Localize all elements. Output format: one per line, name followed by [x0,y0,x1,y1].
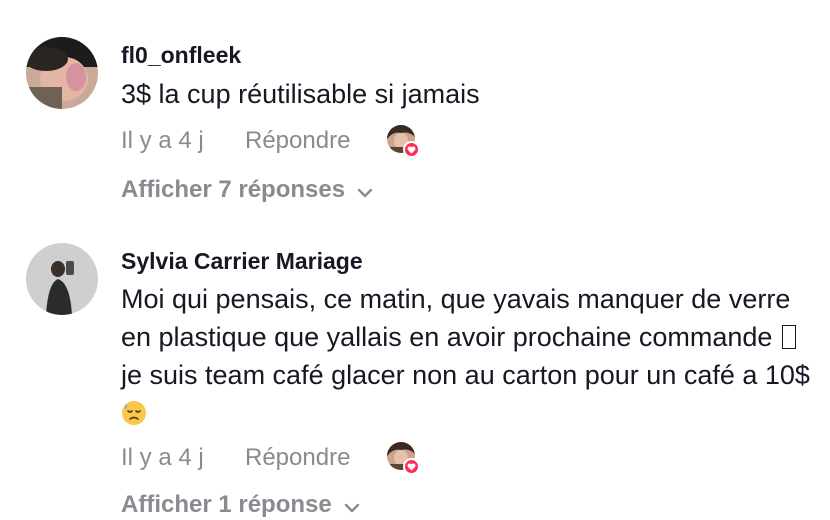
view-replies-label: Afficher 1 réponse [121,491,332,518]
comment-item: Sylvia Carrier Mariage Moi qui pensais, … [0,0,830,518]
comment-text: Moi qui pensais, ce matin, que yavais ma… [121,280,821,436]
comment-username[interactable]: Sylvia Carrier Mariage [121,248,363,275]
comment-timestamp: Il y a 4 j [121,444,204,471]
creator-liked-badge [387,442,421,476]
chevron-down-icon [344,492,360,520]
reply-button[interactable]: Répondre [245,444,350,472]
heart-icon [403,458,420,475]
comment-text-part: je suis team café glacer non au carton p… [121,360,810,390]
downcast-face-with-sweat-icon [121,398,147,436]
missing-glyph-icon [781,325,796,349]
avatar[interactable] [26,243,98,315]
comment-text-part: Moi qui pensais, ce matin, que yavais ma… [121,284,791,352]
view-replies-button[interactable]: Afficher 1 réponse [121,491,360,520]
